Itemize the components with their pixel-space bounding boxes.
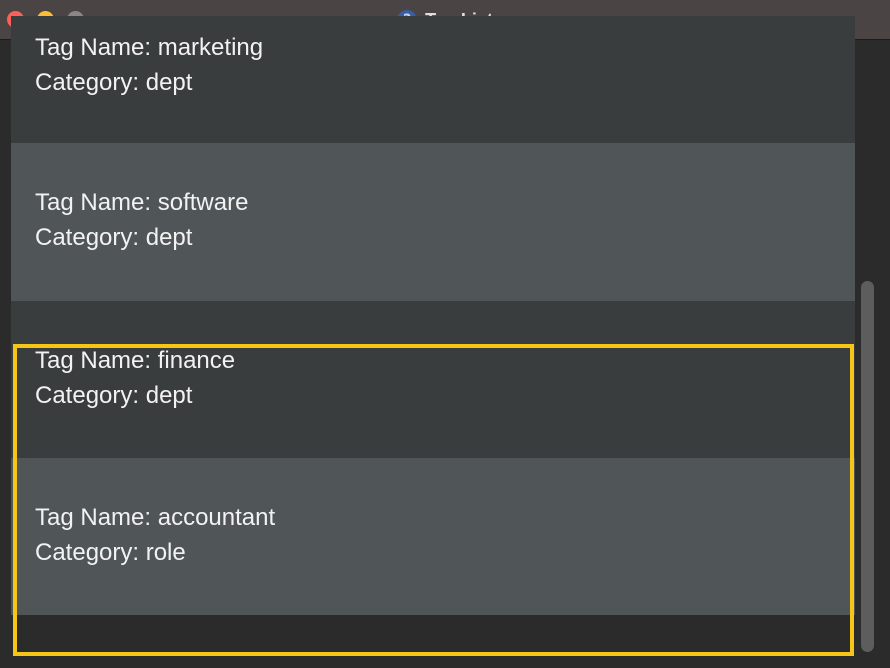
tag-list-item-accountant[interactable]: Tag Name: accountant Category: role: [11, 458, 855, 615]
tag-name-label: Tag Name: accountant: [35, 504, 276, 531]
scrollbar-thumb[interactable]: [861, 281, 874, 652]
tag-name-label: Tag Name: marketing: [35, 34, 264, 61]
tag-list[interactable]: Tag Name: marketing Category: dept Tag N…: [11, 16, 855, 627]
tag-category-label: Category: dept: [35, 224, 193, 251]
tag-name-label: Tag Name: finance: [35, 347, 236, 374]
tag-list-item-software[interactable]: Tag Name: software Category: dept: [11, 143, 855, 301]
tag-name-label: Tag Name: software: [35, 189, 249, 216]
tag-category-label: Category: dept: [35, 382, 193, 409]
tag-category-label: Category: dept: [35, 69, 193, 96]
tag-category-label: Category: role: [35, 539, 186, 566]
tag-list-item-marketing[interactable]: Tag Name: marketing Category: dept: [11, 16, 855, 143]
tag-list-item-finance[interactable]: Tag Name: finance Category: dept: [11, 301, 855, 458]
